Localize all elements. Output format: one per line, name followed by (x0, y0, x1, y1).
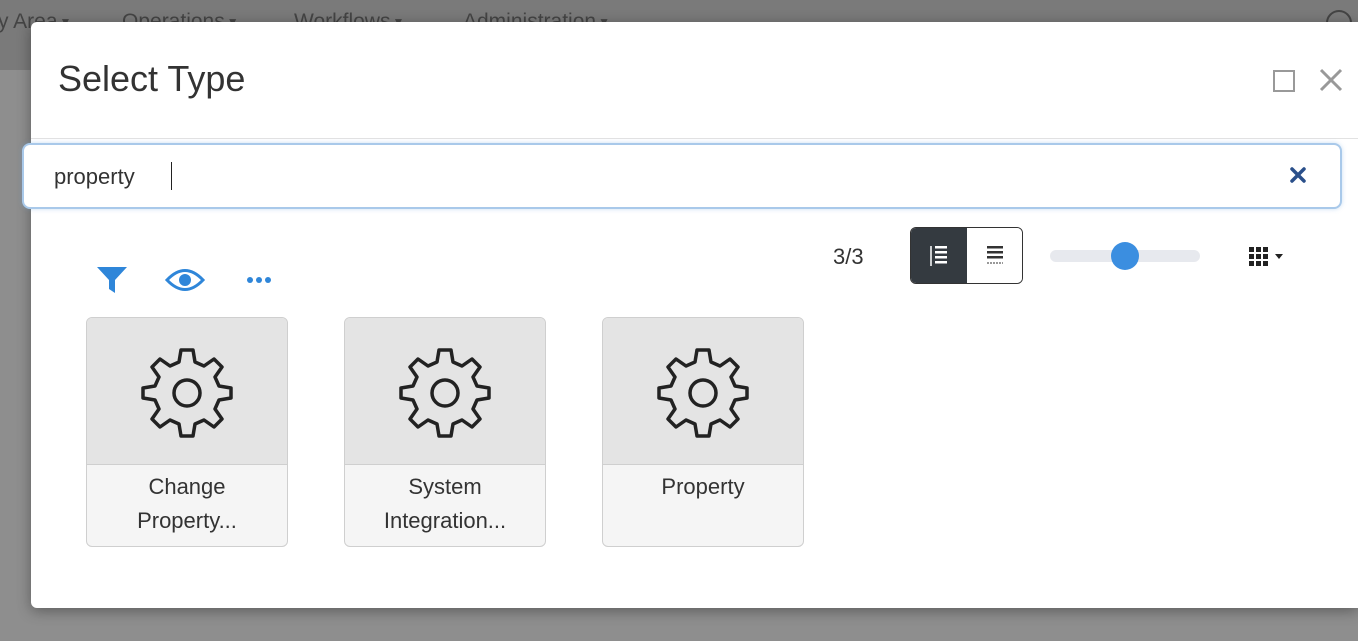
result-tile[interactable]: Property (602, 317, 804, 547)
eye-icon[interactable] (165, 267, 205, 293)
gear-icon (657, 348, 749, 438)
dialog-header: Select Type (31, 22, 1358, 139)
grid-icon[interactable] (1247, 244, 1299, 270)
result-count: 3/3 (833, 244, 864, 269)
tile-icon-area (603, 318, 803, 465)
dialog-title: Select Type (58, 58, 246, 99)
gear-icon (141, 348, 233, 438)
search-input[interactable] (54, 163, 1234, 191)
list-view-icon (930, 246, 947, 266)
gear-icon (399, 348, 491, 438)
tile-label-line1: Property (661, 474, 745, 499)
filter-icon[interactable] (95, 265, 131, 295)
tile-label-line1: Change (148, 474, 226, 499)
tile-label-line2: Integration... (383, 508, 507, 533)
compact-view-button[interactable] (967, 228, 1022, 283)
close-icon[interactable] (1315, 64, 1347, 96)
compact-view-icon (987, 246, 1003, 264)
text-cursor (171, 162, 172, 190)
clear-icon[interactable] (1287, 164, 1309, 186)
result-tile[interactable]: Change Property... (86, 317, 288, 547)
maximize-icon[interactable] (1273, 70, 1295, 92)
tile-label: Change Property... (93, 470, 281, 538)
view-mode-toggle (910, 227, 1023, 284)
tile-label: System Integration... (351, 470, 539, 538)
zoom-slider-thumb[interactable] (1111, 242, 1139, 270)
search-box (22, 143, 1342, 209)
tile-label: Property (609, 470, 797, 504)
more-icon[interactable] (245, 275, 275, 285)
tile-label-line1: System (408, 474, 482, 499)
tile-icon-area (87, 318, 287, 465)
tile-label-line2: Property... (137, 508, 237, 533)
result-tile[interactable]: System Integration... (344, 317, 546, 547)
tile-icon-area (345, 318, 545, 465)
list-view-button[interactable] (911, 228, 967, 283)
